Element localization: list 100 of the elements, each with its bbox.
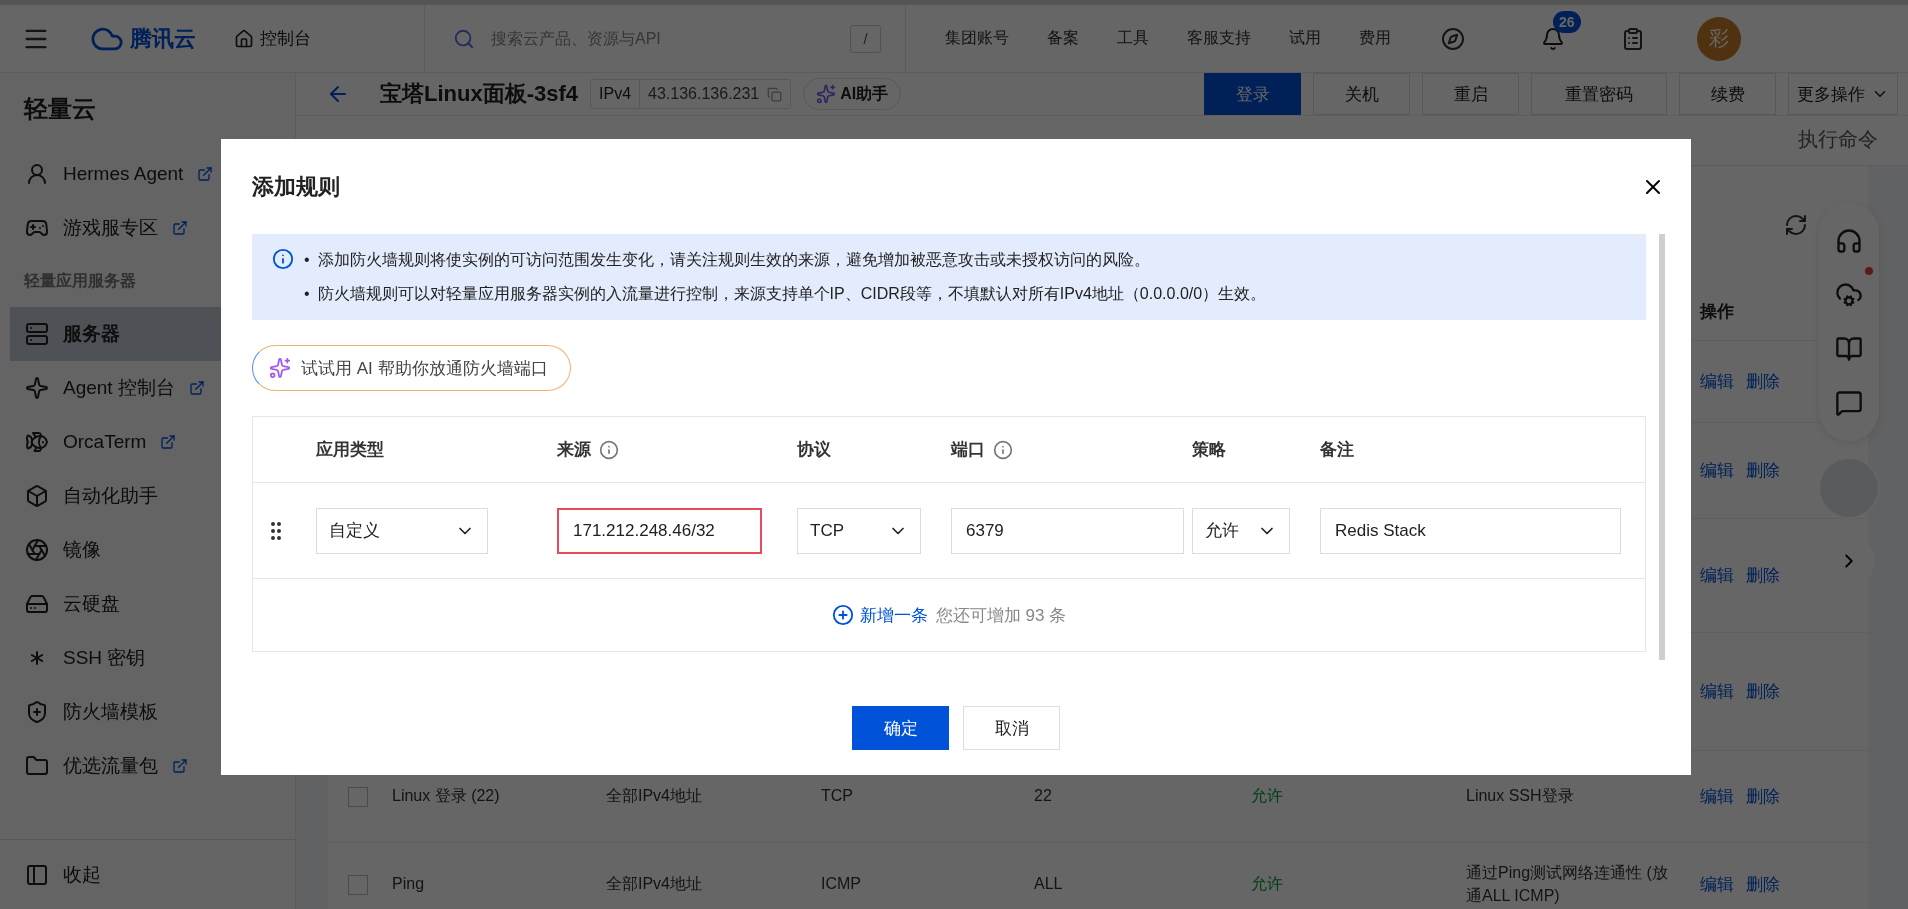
- headset-icon[interactable]: [1835, 227, 1863, 255]
- panel-icon: [25, 862, 49, 887]
- input-field[interactable]: 171.212.248.46/32: [557, 507, 762, 554]
- bullet: •: [304, 250, 310, 270]
- action-link[interactable]: 编辑: [1700, 564, 1734, 587]
- fish-icon: [25, 430, 49, 454]
- notification-count: 26: [1553, 10, 1581, 33]
- sidebar-item[interactable]: 镜像: [10, 523, 295, 577]
- nav-link[interactable]: 客服支持: [1187, 28, 1251, 49]
- input-field[interactable]: Redis Stack: [1333, 519, 1608, 542]
- sidebar-item[interactable]: SSH 密钥: [10, 631, 295, 685]
- ai-help-button[interactable]: 试试用 AI 帮助你放通防火墙端口: [252, 345, 571, 391]
- tab[interactable]: 执行命令: [1798, 116, 1878, 165]
- nav-link[interactable]: 集团账号: [945, 28, 1009, 49]
- nav-link[interactable]: 费用: [1359, 28, 1391, 49]
- chat-icon[interactable]: [1835, 389, 1863, 417]
- input-field[interactable]: Redis Stack: [1320, 507, 1621, 554]
- sidebar-item[interactable]: 游戏服专区: [10, 201, 295, 255]
- sidebar-title: 轻量云: [22, 94, 97, 124]
- action-link[interactable]: 删除: [1746, 680, 1780, 703]
- remaining-count: 您还可增加 93 条: [935, 604, 1067, 627]
- dialog-button[interactable]: 确定: [852, 706, 949, 750]
- sidebar-item[interactable]: 云硬盘: [10, 577, 295, 631]
- action-button[interactable]: 重启: [1422, 73, 1519, 115]
- action-button[interactable]: 续费: [1679, 73, 1776, 115]
- plus-circle-icon: [831, 604, 854, 626]
- action-button[interactable]: 登录: [1204, 73, 1301, 115]
- nav-link[interactable]: 工具: [1117, 28, 1149, 49]
- action-link[interactable]: 编辑: [1700, 785, 1734, 808]
- hard-drive-icon: [25, 592, 49, 616]
- notice-text: 添加防火墙规则将使实例的可访问范围发生变化，请关注规则生效的来源，避免增加被恶意攻击或未授权访问的风险。: [317, 250, 1150, 270]
- copy-icon[interactable]: [767, 86, 783, 102]
- bullet: •: [304, 284, 310, 304]
- table-cell-text: Linux 登录 (22): [392, 786, 501, 807]
- folder-icon: [25, 754, 49, 778]
- input-field[interactable]: 6379: [964, 519, 1171, 542]
- action-link[interactable]: 编辑: [1700, 680, 1734, 703]
- compass-icon[interactable]: [1441, 26, 1465, 51]
- column-header: 协议: [797, 439, 832, 461]
- refresh-icon[interactable]: [1784, 212, 1808, 237]
- notice-text: 防火墙规则可以对轻量应用服务器实例的入流量进行控制，来源支持单个IP、CIDR段等，不填默认对所有IPv4地址（0.0.0.0/0）生效。: [317, 284, 1267, 304]
- dialog-button[interactable]: 取消: [963, 706, 1060, 750]
- input-field[interactable]: 171.212.248.46/32: [571, 519, 748, 542]
- sparkle-icon: [25, 376, 49, 400]
- column-header: 操作: [1700, 301, 1734, 323]
- table-cell-text: 全部IPv4地址: [606, 786, 703, 807]
- table-cell-text: TCP: [821, 786, 854, 807]
- action-link[interactable]: 删除: [1746, 785, 1780, 808]
- column-header: 应用类型: [316, 439, 385, 461]
- ip-address: 43.136.136.231: [648, 85, 760, 103]
- aperture-icon: [25, 538, 49, 562]
- action-link[interactable]: 删除: [1746, 370, 1780, 393]
- select-field[interactable]: 自定义: [316, 507, 488, 554]
- action-link[interactable]: 删除: [1746, 873, 1780, 896]
- shield-plus-icon: [25, 700, 49, 724]
- column-header: 备注: [1320, 439, 1355, 461]
- info-icon: [272, 248, 294, 270]
- input-field[interactable]: 6379: [951, 507, 1184, 554]
- home-icon[interactable]: [234, 28, 254, 49]
- action-button[interactable]: 更多操作: [1788, 73, 1898, 115]
- sidebar-item[interactable]: 自动化助手: [10, 469, 295, 523]
- action-link[interactable]: 编辑: [1700, 873, 1734, 896]
- table-cell-text: Linux SSH登录: [1466, 786, 1575, 807]
- policy-text: 允许: [1251, 874, 1284, 894]
- user-avatar[interactable]: 彩: [1697, 16, 1741, 61]
- clipboard-icon[interactable]: [1621, 26, 1645, 51]
- table-cell-text: 22: [1034, 786, 1053, 807]
- console-link[interactable]: 控制台: [260, 27, 311, 50]
- search-icon[interactable]: [453, 27, 475, 50]
- sparkle-icon: [816, 84, 837, 104]
- row-checkbox[interactable]: [348, 874, 368, 895]
- add-row-link[interactable]: 新增一条: [831, 603, 928, 627]
- action-button[interactable]: 重置密码: [1531, 73, 1667, 115]
- bell-icon[interactable]: [1541, 26, 1565, 51]
- sidebar-item[interactable]: 优选流量包: [10, 739, 295, 793]
- action-link[interactable]: 删除: [1746, 459, 1780, 482]
- policy-text: 允许: [1251, 786, 1284, 806]
- action-link[interactable]: 删除: [1746, 564, 1780, 587]
- nav-link[interactable]: 备案: [1047, 28, 1079, 49]
- table-cell-text: ALL: [1034, 874, 1064, 895]
- instance-name: 宝塔Linux面板-3sf4: [380, 80, 579, 108]
- shortcut-key: /: [850, 24, 881, 53]
- book-icon[interactable]: [1835, 335, 1863, 363]
- nav-link[interactable]: 试用: [1289, 28, 1321, 49]
- notification-dot: [1865, 267, 1873, 275]
- sidebar-item[interactable]: 防火墙模板: [10, 685, 295, 739]
- action-button[interactable]: 关机: [1313, 73, 1410, 115]
- sidebar-item[interactable]: OrcaTerm: [10, 415, 295, 469]
- select-field[interactable]: TCP: [797, 507, 921, 554]
- collapse-button[interactable]: 收起: [0, 839, 295, 909]
- table-cell-text: ICMP: [821, 874, 862, 895]
- action-link[interactable]: 编辑: [1700, 370, 1734, 393]
- select-field[interactable]: 允许: [1192, 507, 1290, 554]
- column-header: 来源: [557, 438, 797, 461]
- person-icon: [25, 162, 49, 186]
- ip-type-label: IPv4: [591, 80, 641, 108]
- cloud-icon[interactable]: [1835, 281, 1863, 309]
- row-checkbox[interactable]: [348, 786, 368, 807]
- action-link[interactable]: 编辑: [1700, 459, 1734, 482]
- sparkle-icon: [269, 357, 291, 379]
